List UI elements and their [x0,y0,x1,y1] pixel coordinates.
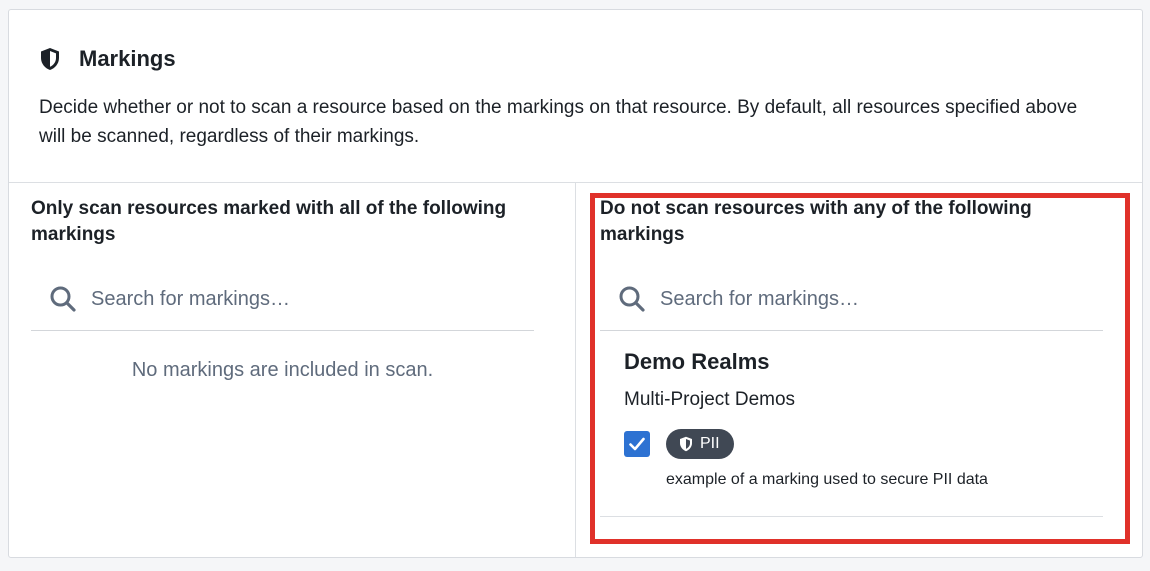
shield-icon [680,436,692,452]
search-icon [619,286,645,312]
marking-subgroup-name: Multi-Project Demos [624,389,796,410]
pii-marking-tag[interactable]: PII [666,429,734,459]
exclude-panel-title: Do not scan resources with any of the fo… [600,198,1032,245]
include-search[interactable] [31,268,534,331]
divider-vertical [575,183,576,557]
markings-header: Markings Decide whether or not to scan a… [39,44,1099,151]
marking-group: Demo Realms Multi-Project Demos PII exam… [624,349,1103,489]
shield-icon [41,48,59,70]
include-markings-panel: Only scan resources marked with all of t… [31,196,534,382]
include-panel-title: Only scan resources marked with all of t… [31,198,507,245]
include-empty-message: No markings are included in scan. [131,359,434,381]
exclude-list-divider [600,516,1103,517]
pii-checkbox[interactable] [624,431,650,457]
exclude-search-input[interactable] [660,287,1060,311]
section-title: Markings [79,46,176,71]
marking-description: example of a marking used to secure PII … [666,471,988,488]
title-row: Markings [39,44,1099,74]
include-search-input[interactable] [91,287,491,311]
section-description: Decide whether or not to scan a resource… [39,97,1078,147]
marking-group-name: Demo Realms [624,349,770,374]
exclude-search[interactable] [600,268,1103,331]
marking-tag-label: PII [700,435,720,452]
exclude-markings-panel: Do not scan resources with any of the fo… [600,196,1103,489]
checkmark-icon [629,437,645,451]
search-icon [50,286,76,312]
marking-row: PII [624,429,1103,459]
